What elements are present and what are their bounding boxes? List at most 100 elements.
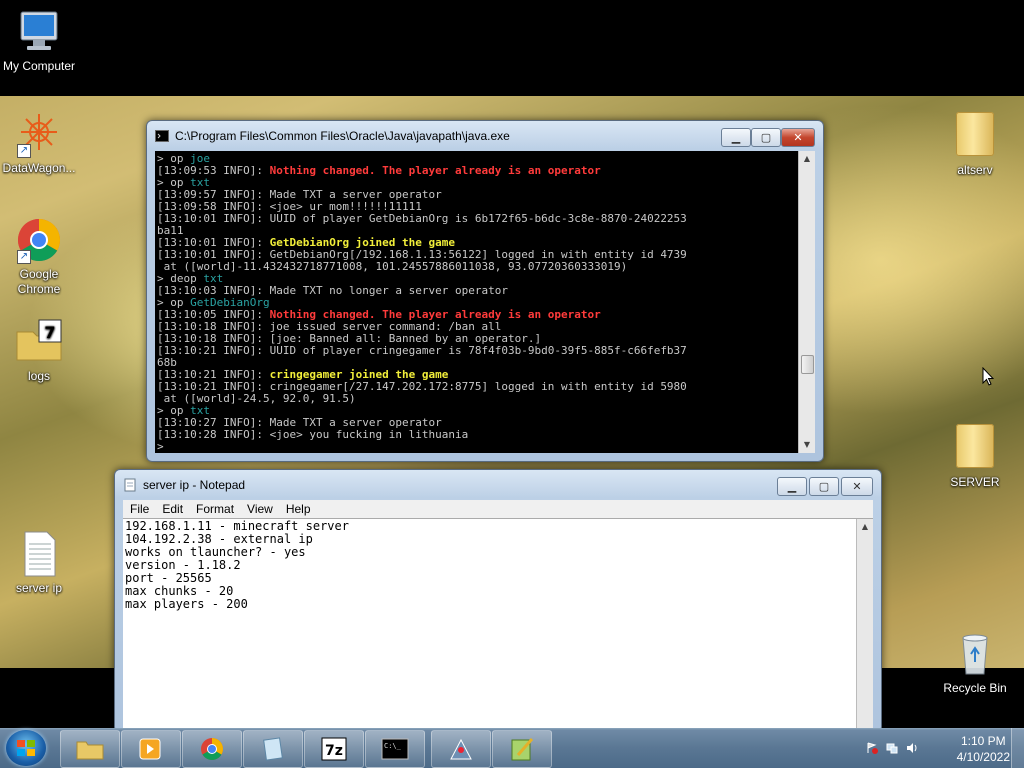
java-icon: [450, 738, 472, 760]
chrome-icon: ↗: [15, 216, 63, 264]
console-icon: [155, 130, 169, 142]
clock-time: 1:10 PM: [960, 734, 1006, 748]
show-desktop-button[interactable]: [1011, 728, 1024, 768]
console-line: [13:09:53 INFO]: Nothing changed. The pl…: [157, 165, 797, 177]
close-button[interactable]: ✕: [781, 128, 815, 147]
taskbar-button-chrome[interactable]: [182, 730, 242, 768]
console-text: > op joe [13:09:53 INFO]: Nothing changed…: [157, 153, 797, 453]
console-line: [13:10:01 INFO]: UUID of player GetDebia…: [157, 213, 797, 225]
taskbar-button-command-prompt[interactable]: C:\_: [365, 730, 425, 768]
desktop-icon-datawagon[interactable]: ↗ DataWagon...: [0, 110, 84, 176]
console-title: C:\Program Files\Common Files\Oracle\Jav…: [175, 129, 510, 143]
start-button[interactable]: [6, 730, 46, 766]
notepad-scrollbar[interactable]: ▲: [856, 519, 873, 732]
menu-file[interactable]: File: [123, 500, 155, 516]
console-line: at ([world]-24.5, 92.0, 91.5): [157, 393, 797, 405]
desktop-icon-my-computer[interactable]: My Computer: [0, 8, 84, 74]
console-text-segment: [13:10:01 INFO]: UUID of player GetDebia…: [157, 212, 687, 225]
console-text-segment: [13:10:21 INFO]: UUID of player cringega…: [157, 344, 687, 357]
desktop-icon-server[interactable]: SERVER: [930, 422, 1020, 490]
notepad-icon: [124, 478, 136, 492]
network-icon[interactable]: [886, 742, 898, 754]
desktop-icon-google-chrome[interactable]: ↗ Google Chrome: [0, 216, 84, 297]
clock-date: 4/10/2022: [956, 750, 1010, 764]
console-line: [13:10:28 INFO]: <joe> you fucking in li…: [157, 429, 797, 441]
menu-edit[interactable]: Edit: [155, 500, 189, 516]
taskbar-button-7zip[interactable]: 7z: [304, 730, 364, 768]
minimize-button[interactable]: ▁: [777, 477, 807, 496]
icon-label: My Computer: [2, 59, 76, 73]
text-line: max players - 200: [125, 597, 248, 611]
notepad-text: 192.168.1.11 - minecraft server 104.192.…: [125, 520, 349, 611]
text-file-icon: [15, 530, 63, 578]
desktop-icon-altserv[interactable]: altserv: [930, 110, 1020, 178]
console-line: >: [157, 441, 797, 453]
shortcut-arrow-icon: ↗: [17, 250, 31, 264]
close-button[interactable]: ✕: [841, 477, 873, 496]
action-center-flag-icon[interactable]: [866, 742, 878, 754]
windows-logo-icon: [17, 740, 35, 756]
mouse-cursor-icon: [982, 367, 994, 386]
notepad-window[interactable]: server ip - Notepad ▁ ▢ ✕ File Edit Format…: [114, 469, 882, 733]
notepad-editor[interactable]: 192.168.1.11 - minecraft server 104.192.…: [123, 518, 873, 732]
console-scrollbar[interactable]: ▲ ▼: [798, 151, 815, 453]
scroll-up-icon[interactable]: ▲: [857, 519, 873, 535]
scrollbar-thumb[interactable]: [801, 355, 814, 374]
icon-label: logs: [27, 369, 50, 383]
notepad-titlebar[interactable]: server ip - Notepad ▁ ▢ ✕: [115, 470, 881, 500]
desktop-icon-logs[interactable]: 7 logs: [0, 318, 84, 384]
chrome-icon: [201, 738, 223, 760]
icon-label: DataWagon...: [2, 161, 76, 175]
taskbar-button-notepad-plus[interactable]: [492, 730, 552, 768]
notepad-title: server ip - Notepad: [143, 478, 246, 492]
console-line: [13:10:21 INFO]: UUID of player cringega…: [157, 345, 797, 357]
volume-icon[interactable]: [906, 742, 918, 754]
command-prompt-icon: C:\_: [381, 738, 409, 760]
console-text-segment: >: [157, 440, 164, 453]
console-text-segment: Nothing changed. The player already is a…: [269, 164, 601, 177]
maximize-button[interactable]: ▢: [809, 477, 839, 496]
desktop-icon-recycle-bin[interactable]: Recycle Bin: [930, 630, 1020, 696]
svg-text:7z: 7z: [325, 743, 343, 759]
menu-help[interactable]: Help: [279, 500, 317, 516]
console-window[interactable]: C:\Program Files\Common Files\Oracle\Jav…: [146, 120, 824, 462]
console-text-segment: [13:10:28 INFO]: <joe> you fucking in li…: [157, 428, 469, 441]
icon-label: altserv: [957, 163, 993, 177]
taskbar-button-java[interactable]: [431, 730, 491, 768]
icon-label: SERVER: [950, 475, 1000, 489]
clock[interactable]: 1:10 PM 4/10/2022: [957, 733, 1010, 765]
taskbar: 7z C:\_ 1:10 PM 4/10/2022: [0, 728, 1024, 768]
console-titlebar[interactable]: C:\Program Files\Common Files\Oracle\Jav…: [147, 121, 823, 151]
7zip-archive-icon: 7: [15, 318, 63, 366]
datawagon-logo-icon: ↗: [15, 110, 63, 158]
folder-icon: [951, 112, 999, 160]
taskbar-button-media-player[interactable]: [121, 730, 181, 768]
minimize-button[interactable]: ▁: [721, 128, 751, 147]
console-line: at ([world]-11.432432718771008, 101.2455…: [157, 261, 797, 273]
shortcut-arrow-icon: ↗: [17, 144, 31, 158]
system-tray: 1:10 PM 4/10/2022: [854, 728, 1024, 768]
desktop-icon-server-ip[interactable]: server ip: [0, 530, 84, 596]
icon-label: Google Chrome: [17, 267, 61, 296]
console-output[interactable]: > op joe [13:09:53 INFO]: Nothing changed…: [155, 151, 815, 453]
menu-format[interactable]: Format: [189, 500, 240, 516]
icon-label: Recycle Bin: [943, 681, 1007, 695]
taskbar-button-notepad[interactable]: [243, 730, 303, 768]
notepad-plus-icon: [511, 738, 534, 761]
maximize-button[interactable]: ▢: [751, 128, 781, 147]
svg-text:C:\_: C:\_: [384, 742, 402, 750]
scroll-up-icon[interactable]: ▲: [799, 151, 815, 167]
recycle-bin-icon: [951, 630, 999, 678]
folder-icon: [76, 741, 104, 760]
7zip-icon: 7z: [321, 737, 347, 761]
media-player-icon: [139, 738, 161, 760]
menu-view[interactable]: View: [240, 500, 279, 516]
menubar: File Edit Format View Help: [123, 500, 873, 518]
computer-icon: [15, 8, 63, 56]
taskbar-button-explorer[interactable]: [60, 730, 120, 768]
folder-icon: [951, 424, 999, 472]
scroll-down-icon[interactable]: ▼: [799, 437, 815, 453]
icon-label: server ip: [15, 581, 62, 595]
svg-text:7: 7: [44, 323, 55, 342]
notepad-icon: [263, 737, 283, 761]
